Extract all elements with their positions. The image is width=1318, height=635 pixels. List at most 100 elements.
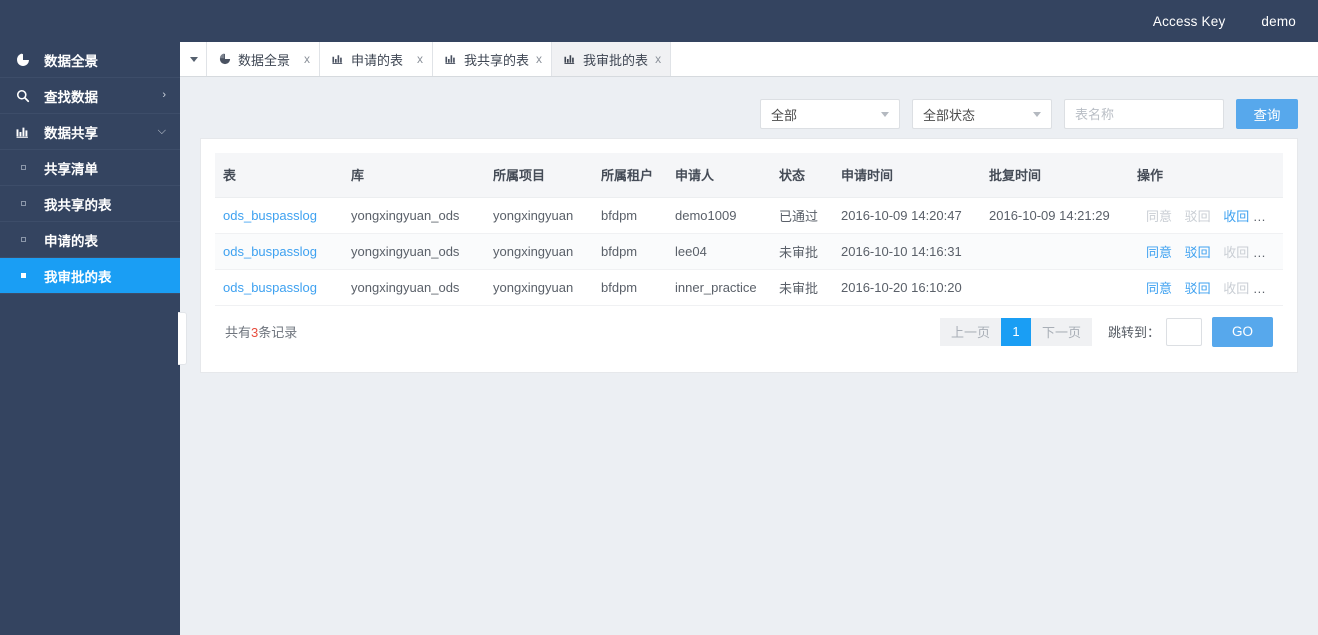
sidebar-item-label: 数据全景: [44, 53, 98, 69]
cell-table: ods_buspasslog: [215, 269, 343, 306]
chevron-down-icon: [189, 56, 198, 62]
cell-tenant: bfdpm: [593, 269, 667, 306]
column-header-table: 表: [215, 153, 343, 198]
go-button[interactable]: GO: [1211, 316, 1273, 347]
action-view[interactable]: 查看: [1262, 281, 1283, 296]
table-name-input[interactable]: [1064, 99, 1224, 129]
sidebar-item-approved-tables[interactable]: 我审批的表: [0, 258, 180, 294]
sidebar-item-share-list[interactable]: 共享清单: [0, 150, 180, 186]
bar-chart-icon: [332, 53, 344, 65]
bullet-icon: [12, 201, 34, 206]
chevron-down-icon: [881, 112, 889, 117]
cell-apply-time: 2016-10-09 14:20:47: [833, 197, 981, 234]
jump-to-label: 跳转到：: [1107, 325, 1160, 340]
user-menu[interactable]: demo: [1261, 14, 1296, 29]
next-page-button[interactable]: 下一页: [1030, 317, 1092, 346]
cell-approve-time: 2016-10-09 14:21:29: [981, 197, 1129, 234]
close-icon[interactable]: x: [655, 53, 661, 65]
cell-applicant: lee04: [667, 233, 771, 270]
cell-applicant: inner_practice: [667, 269, 771, 306]
tab-approved-tables[interactable]: 我审批的表 x: [551, 42, 672, 76]
sidebar-subitem-label: 我共享的表: [44, 197, 112, 213]
results-card: 表 库 所属项目 所属租户 申请人 状态 申请时间 批复时间 操作 ods_bu…: [200, 138, 1298, 373]
pie-chart-icon: [219, 53, 231, 65]
sidebar-item-find-data[interactable]: 查找数据 ›: [0, 78, 180, 114]
jump-to-input[interactable]: [1165, 317, 1202, 346]
cell-applicant: demo1009: [667, 197, 771, 234]
approval-table: 表 库 所属项目 所属租户 申请人 状态 申请时间 批复时间 操作 ods_bu…: [215, 153, 1283, 306]
table-link[interactable]: ods_buspasslog: [223, 208, 317, 223]
sidebar-item-data-share[interactable]: 数据共享 ⌵: [0, 114, 180, 150]
cell-apply-time: 2016-10-10 14:16:31: [833, 233, 981, 270]
bullet-icon: [12, 273, 34, 278]
pagination: 上一页 1 下一页 跳转到： GO: [939, 316, 1273, 347]
cell-actions: 同意 驳回 收回 查看: [1129, 233, 1283, 270]
cell-table: ods_buspasslog: [215, 197, 343, 234]
table-row[interactable]: ods_buspasslog yongxingyuan_ods yongxing…: [215, 197, 1283, 234]
action-reject[interactable]: 驳回: [1185, 281, 1211, 296]
project-select[interactable]: 全部: [760, 99, 900, 129]
table-header: 表 库 所属项目 所属租户 申请人 状态 申请时间 批复时间 操作: [215, 153, 1283, 198]
table-header-row: 表 库 所属项目 所属租户 申请人 状态 申请时间 批复时间 操作: [215, 153, 1283, 198]
close-icon[interactable]: x: [536, 53, 542, 65]
sidebar-item-my-shared-tables[interactable]: 我共享的表: [0, 186, 180, 222]
column-header-applicant: 申请人: [667, 153, 771, 198]
cell-status: 已通过: [771, 197, 833, 234]
cell-tenant: bfdpm: [593, 233, 667, 270]
action-revoke[interactable]: 收回: [1223, 209, 1249, 224]
filter-bar: 全部 全部状态 查询: [760, 99, 1298, 129]
page-1-button[interactable]: 1: [1000, 317, 1031, 346]
sidebar-item-label: 数据共享: [44, 125, 98, 141]
cell-table: ods_buspasslog: [215, 233, 343, 270]
action-revoke: 收回: [1223, 244, 1250, 260]
action-reject[interactable]: 驳回: [1185, 245, 1211, 260]
table-row[interactable]: ods_buspasslog yongxingyuan_ods yongxing…: [215, 269, 1283, 306]
cell-approve-time: [981, 233, 1129, 270]
action-view[interactable]: 查看: [1262, 245, 1283, 260]
cell-project: yongxingyuan: [485, 269, 593, 306]
tab-label: 数据全景: [238, 52, 291, 68]
sidebar-subitem-label: 申请的表: [44, 233, 98, 249]
record-count-prefix: 共有: [225, 325, 252, 340]
close-icon[interactable]: x: [304, 53, 310, 65]
sidebar-item-applied-tables[interactable]: 申请的表: [0, 222, 180, 258]
close-icon[interactable]: x: [417, 53, 423, 65]
column-header-apply-time: 申请时间: [833, 153, 981, 198]
cell-approve-time: [981, 269, 1129, 306]
table-link[interactable]: ods_buspasslog: [223, 244, 317, 259]
tab-my-shared-tables[interactable]: 我共享的表 x: [432, 42, 553, 76]
action-approve[interactable]: 同意: [1146, 245, 1172, 260]
cell-status: 未审批: [771, 233, 833, 270]
cell-tenant: bfdpm: [593, 197, 667, 234]
action-approve[interactable]: 同意: [1146, 281, 1172, 296]
cell-project: yongxingyuan: [485, 233, 593, 270]
tab-data-panorama[interactable]: 数据全景 x: [206, 42, 321, 76]
column-header-tenant: 所属租户: [593, 153, 667, 198]
action-revoke: 收回: [1223, 280, 1250, 296]
table-row[interactable]: ods_buspasslog yongxingyuan_ods yongxing…: [215, 233, 1283, 270]
access-key-link[interactable]: Access Key: [1153, 14, 1226, 29]
main-content: 全部 全部状态 查询 表 库 所属项目 所属租户 申请人: [180, 77, 1318, 635]
project-select-value: 全部: [771, 107, 798, 123]
sidebar-subitem-label: 共享清单: [44, 161, 98, 177]
tab-applied-tables[interactable]: 申请的表 x: [319, 42, 434, 76]
tab-label: 我审批的表: [583, 52, 649, 68]
status-select[interactable]: 全部状态: [912, 99, 1052, 129]
prev-page-button[interactable]: 上一页: [939, 317, 1001, 346]
table-link[interactable]: ods_buspasslog: [223, 280, 317, 295]
search-button[interactable]: 查询: [1236, 99, 1298, 129]
cell-db: yongxingyuan_ods: [343, 233, 485, 270]
tab-label: 我共享的表: [464, 52, 530, 68]
sidebar-item-data-panorama[interactable]: 数据全景: [0, 42, 180, 78]
action-view[interactable]: 查看: [1262, 209, 1283, 224]
column-header-status: 状态: [771, 153, 833, 198]
tab-list-dropdown-button[interactable]: [180, 42, 207, 76]
search-icon: [12, 89, 34, 103]
cell-db: yongxingyuan_ods: [343, 269, 485, 306]
tab-label: 申请的表: [351, 52, 404, 68]
table-body: ods_buspasslog yongxingyuan_ods yongxing…: [215, 197, 1283, 306]
table-footer: 共有3条记录 上一页 1 下一页 跳转到： GO: [215, 306, 1283, 358]
cell-actions: 同意 驳回 收回 查看: [1129, 197, 1283, 234]
sidebar-collapse-handle[interactable]: [178, 312, 187, 365]
record-count-suffix: 条记录: [258, 325, 298, 340]
